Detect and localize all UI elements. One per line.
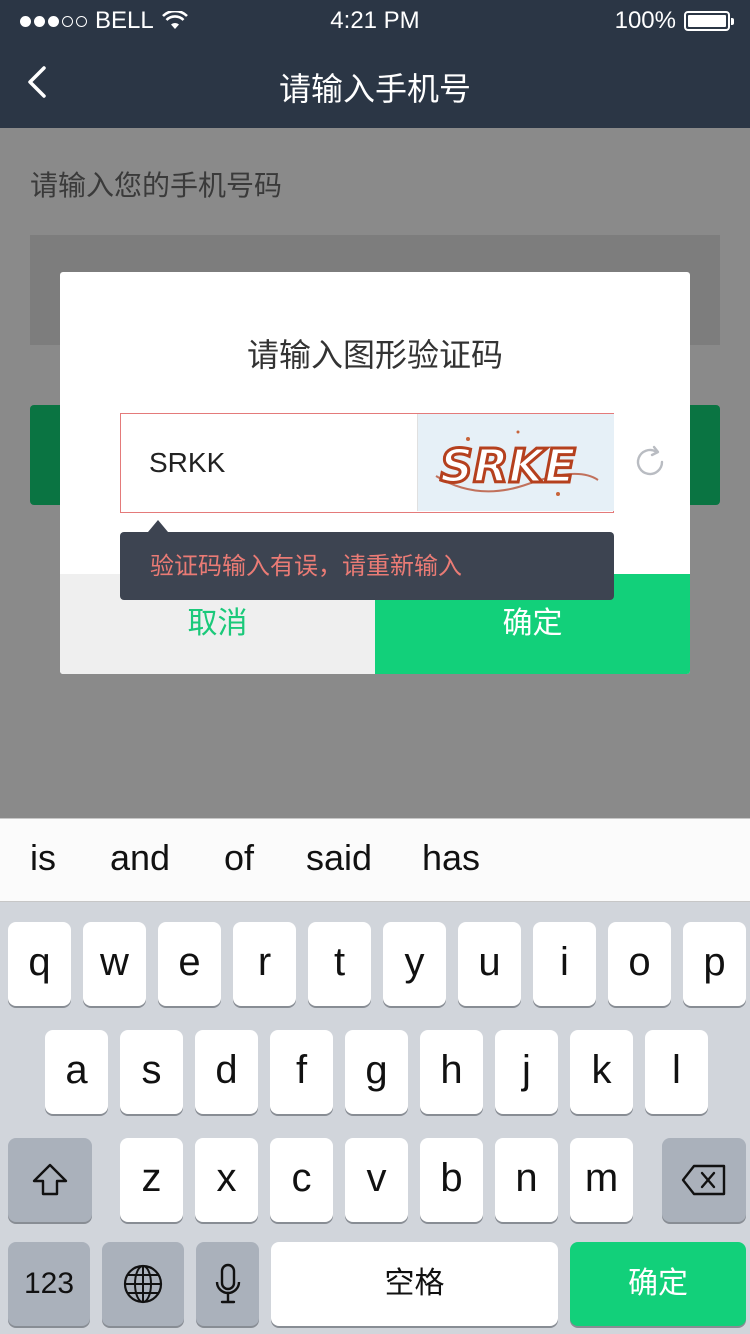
key-r[interactable]: r bbox=[233, 922, 296, 1006]
suggestion-item[interactable]: of bbox=[224, 837, 254, 879]
key-d[interactable]: d bbox=[195, 1030, 258, 1114]
key-l[interactable]: l bbox=[645, 1030, 708, 1114]
key-o[interactable]: o bbox=[608, 922, 671, 1006]
delete-icon bbox=[681, 1164, 726, 1196]
microphone-key[interactable] bbox=[196, 1242, 259, 1326]
suggestion-item[interactable]: and bbox=[110, 837, 170, 879]
shift-key[interactable] bbox=[8, 1138, 92, 1222]
globe-key[interactable] bbox=[102, 1242, 184, 1326]
key-f[interactable]: f bbox=[270, 1030, 333, 1114]
key-v[interactable]: v bbox=[345, 1138, 408, 1222]
suggestion-item[interactable]: said bbox=[306, 837, 372, 879]
key-t[interactable]: t bbox=[308, 922, 371, 1006]
svg-text:SRKE: SRKE bbox=[440, 439, 576, 493]
phone-prompt-label: 请输入您的手机号码 bbox=[30, 169, 283, 202]
suggestion-item[interactable]: has bbox=[422, 837, 480, 879]
microphone-icon bbox=[215, 1263, 240, 1304]
key-w[interactable]: w bbox=[83, 922, 146, 1006]
key-s[interactable]: s bbox=[120, 1030, 183, 1114]
key-k[interactable]: k bbox=[570, 1030, 633, 1114]
confirm-key[interactable]: 确定 bbox=[570, 1242, 746, 1326]
refresh-captcha-button[interactable] bbox=[632, 444, 668, 480]
key-a[interactable]: a bbox=[45, 1030, 108, 1114]
key-c[interactable]: c bbox=[270, 1138, 333, 1222]
key-x[interactable]: x bbox=[195, 1138, 258, 1222]
space-key[interactable]: 空格 bbox=[271, 1242, 558, 1326]
globe-icon bbox=[123, 1264, 163, 1304]
captcha-input[interactable]: SRKK bbox=[121, 414, 417, 511]
status-bar: BELL 4:21 PM 100% bbox=[0, 0, 750, 40]
key-j[interactable]: j bbox=[495, 1030, 558, 1114]
key-z[interactable]: z bbox=[120, 1138, 183, 1222]
captcha-image[interactable]: SRKE bbox=[417, 414, 614, 511]
battery-icon bbox=[684, 11, 734, 31]
key-e[interactable]: e bbox=[158, 922, 221, 1006]
numbers-key[interactable]: 123 bbox=[8, 1242, 90, 1326]
key-p[interactable]: p bbox=[683, 922, 746, 1006]
refresh-icon bbox=[636, 445, 664, 476]
dialog-title: 请输入图形验证码 bbox=[246, 336, 503, 374]
key-n[interactable]: n bbox=[495, 1138, 558, 1222]
key-q[interactable]: q bbox=[8, 922, 71, 1006]
delete-key[interactable] bbox=[662, 1138, 746, 1222]
page-title: 请输入手机号 bbox=[278, 70, 471, 108]
shift-icon bbox=[32, 1163, 68, 1196]
key-i[interactable]: i bbox=[533, 922, 596, 1006]
status-right: 100% bbox=[614, 7, 734, 35]
battery-percent: 100% bbox=[614, 7, 676, 34]
navigation-bar: 请输入手机号 bbox=[0, 40, 750, 128]
key-y[interactable]: y bbox=[383, 922, 446, 1006]
suggestion-item[interactable]: is bbox=[30, 837, 56, 879]
keyboard-suggestions: is and of said has bbox=[0, 818, 750, 902]
keyboard: q w e r t y u i o p a s d f g h j k l z … bbox=[0, 902, 750, 1334]
captcha-dialog: 请输入图形验证码 SRKK SRKE 取消 确定 bbox=[60, 272, 690, 674]
captcha-field: SRKK SRKE bbox=[120, 413, 614, 513]
key-h[interactable]: h bbox=[420, 1030, 483, 1114]
key-u[interactable]: u bbox=[458, 922, 521, 1006]
key-m[interactable]: m bbox=[570, 1138, 633, 1222]
key-g[interactable]: g bbox=[345, 1030, 408, 1114]
error-tooltip: 验证码输入有误，请重新输入 bbox=[120, 520, 614, 600]
key-b[interactable]: b bbox=[420, 1138, 483, 1222]
